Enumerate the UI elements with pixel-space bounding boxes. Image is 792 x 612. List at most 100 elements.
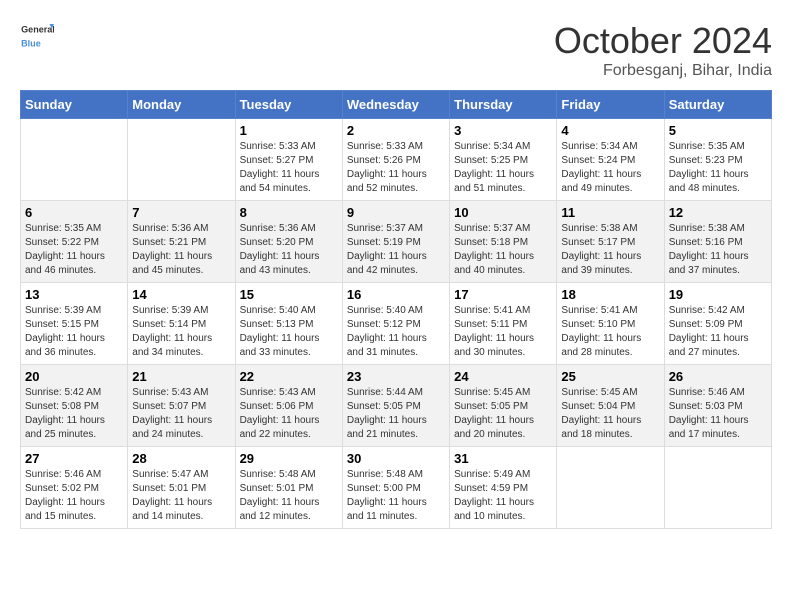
day-info: Sunrise: 5:38 AMSunset: 5:17 PMDaylight:… [561,222,659,278]
day-number: 15 [240,287,338,302]
day-info: Sunrise: 5:42 AMSunset: 5:08 PMDaylight:… [25,386,123,442]
calendar-cell: 1Sunrise: 5:33 AMSunset: 5:27 PMDaylight… [235,119,342,201]
calendar-cell: 23 Sunrise: 5:44 AMSunset: 5:05 PMDayligh… [342,365,449,447]
calendar-cell: 16 Sunrise: 5:40 AMSunset: 5:12 PMDayligh… [342,283,449,365]
day-info: Sunrise: 5:49 AMSunset: 4:59 PMDaylight:… [454,468,552,524]
day-number: 3 [454,123,552,138]
day-info: Sunrise: 5:43 AMSunset: 5:06 PMDaylight:… [240,386,338,442]
day-info: Sunrise: 5:40 AMSunset: 5:12 PMDaylight:… [347,304,445,360]
logo-svg: General Blue [20,20,54,54]
day-info: Sunrise: 5:36 AMSunset: 5:20 PMDaylight:… [240,222,338,278]
day-number: 5 [669,123,767,138]
day-info: Sunrise: 5:33 AMSunset: 5:26 PMDaylight:… [347,140,445,196]
month-title: October 2024 [554,20,772,62]
calendar-cell: 14 Sunrise: 5:39 AMSunset: 5:14 PMDayligh… [128,283,235,365]
header: General Blue October 2024 Forbesganj, Bi… [20,20,772,80]
calendar-cell: 10Sunrise: 5:37 AMSunset: 5:18 PMDayligh… [450,201,557,283]
day-number: 28 [132,451,230,466]
calendar-cell: 9 Sunrise: 5:37 AMSunset: 5:19 PMDaylight… [342,201,449,283]
calendar-cell: 30 Sunrise: 5:48 AMSunset: 5:00 PMDayligh… [342,447,449,529]
calendar-header: Sunday Monday Tuesday Wednesday Thursday… [21,91,772,119]
calendar-cell: 26Sunrise: 5:46 AMSunset: 5:03 PMDayligh… [664,365,771,447]
calendar-cell: 21Sunrise: 5:43 AMSunset: 5:07 PMDayligh… [128,365,235,447]
calendar-week-1: 1Sunrise: 5:33 AMSunset: 5:27 PMDaylight… [21,119,772,201]
day-number: 29 [240,451,338,466]
day-info: Sunrise: 5:45 AMSunset: 5:05 PMDaylight:… [454,386,552,442]
day-info: Sunrise: 5:41 AMSunset: 5:10 PMDaylight:… [561,304,659,360]
calendar-cell: 3Sunrise: 5:34 AMSunset: 5:25 PMDaylight… [450,119,557,201]
day-info: Sunrise: 5:45 AMSunset: 5:04 PMDaylight:… [561,386,659,442]
title-block: October 2024 Forbesganj, Bihar, India [554,20,772,80]
day-number: 6 [25,205,123,220]
calendar-cell [664,447,771,529]
calendar-cell: 6 Sunrise: 5:35 AMSunset: 5:22 PMDaylight… [21,201,128,283]
calendar-cell [128,119,235,201]
logo: General Blue [20,20,54,54]
day-info: Sunrise: 5:39 AMSunset: 5:14 PMDaylight:… [132,304,230,360]
calendar-cell: 17 Sunrise: 5:41 AMSunset: 5:11 PMDayligh… [450,283,557,365]
day-number: 13 [25,287,123,302]
day-number: 24 [454,369,552,384]
calendar-cell: 25 Sunrise: 5:45 AMSunset: 5:04 PMDayligh… [557,365,664,447]
calendar-cell: 20Sunrise: 5:42 AMSunset: 5:08 PMDayligh… [21,365,128,447]
day-info: Sunrise: 5:41 AMSunset: 5:11 PMDaylight:… [454,304,552,360]
day-info: Sunrise: 5:35 AMSunset: 5:22 PMDaylight:… [25,222,123,278]
day-number: 7 [132,205,230,220]
header-saturday: Saturday [664,91,771,119]
day-info: Sunrise: 5:34 AMSunset: 5:24 PMDaylight:… [561,140,659,196]
day-number: 9 [347,205,445,220]
day-number: 16 [347,287,445,302]
header-monday: Monday [128,91,235,119]
day-info: Sunrise: 5:44 AMSunset: 5:05 PMDaylight:… [347,386,445,442]
calendar-cell: 31 Sunrise: 5:49 AMSunset: 4:59 PMDayligh… [450,447,557,529]
day-info: Sunrise: 5:37 AMSunset: 5:19 PMDaylight:… [347,222,445,278]
day-number: 14 [132,287,230,302]
day-info: Sunrise: 5:46 AMSunset: 5:02 PMDaylight:… [25,468,123,524]
day-info: Sunrise: 5:39 AMSunset: 5:15 PMDaylight:… [25,304,123,360]
day-number: 31 [454,451,552,466]
day-number: 19 [669,287,767,302]
calendar-week-5: 27 Sunrise: 5:46 AMSunset: 5:02 PMDayligh… [21,447,772,529]
calendar-week-3: 13 Sunrise: 5:39 AMSunset: 5:15 PMDayligh… [21,283,772,365]
header-sunday: Sunday [21,91,128,119]
location: Forbesganj, Bihar, India [554,62,772,80]
day-number: 8 [240,205,338,220]
day-info: Sunrise: 5:40 AMSunset: 5:13 PMDaylight:… [240,304,338,360]
day-number: 17 [454,287,552,302]
calendar-cell: 5 Sunrise: 5:35 AMSunset: 5:23 PMDaylight… [664,119,771,201]
calendar-table: Sunday Monday Tuesday Wednesday Thursday… [20,90,772,529]
header-tuesday: Tuesday [235,91,342,119]
day-number: 27 [25,451,123,466]
day-number: 30 [347,451,445,466]
day-number: 25 [561,369,659,384]
day-info: Sunrise: 5:36 AMSunset: 5:21 PMDaylight:… [132,222,230,278]
calendar-cell: 11 Sunrise: 5:38 AMSunset: 5:17 PMDayligh… [557,201,664,283]
header-friday: Friday [557,91,664,119]
day-info: Sunrise: 5:47 AMSunset: 5:01 PMDaylight:… [132,468,230,524]
calendar-cell: 7 Sunrise: 5:36 AMSunset: 5:21 PMDaylight… [128,201,235,283]
calendar-cell: 2 Sunrise: 5:33 AMSunset: 5:26 PMDaylight… [342,119,449,201]
calendar-cell: 24 Sunrise: 5:45 AMSunset: 5:05 PMDayligh… [450,365,557,447]
svg-text:Blue: Blue [21,39,41,49]
day-number: 18 [561,287,659,302]
header-thursday: Thursday [450,91,557,119]
day-info: Sunrise: 5:38 AMSunset: 5:16 PMDaylight:… [669,222,767,278]
calendar-week-4: 20Sunrise: 5:42 AMSunset: 5:08 PMDayligh… [21,365,772,447]
calendar-cell: 27 Sunrise: 5:46 AMSunset: 5:02 PMDayligh… [21,447,128,529]
day-number: 12 [669,205,767,220]
day-info: Sunrise: 5:48 AMSunset: 5:01 PMDaylight:… [240,468,338,524]
svg-text:General: General [21,24,54,34]
calendar-cell: 28 Sunrise: 5:47 AMSunset: 5:01 PMDayligh… [128,447,235,529]
day-number: 23 [347,369,445,384]
header-wednesday: Wednesday [342,91,449,119]
day-number: 11 [561,205,659,220]
day-info: Sunrise: 5:48 AMSunset: 5:00 PMDaylight:… [347,468,445,524]
calendar-cell [557,447,664,529]
day-info: Sunrise: 5:37 AMSunset: 5:18 PMDaylight:… [454,222,552,278]
calendar-cell: 8 Sunrise: 5:36 AMSunset: 5:20 PMDaylight… [235,201,342,283]
calendar-cell: 15 Sunrise: 5:40 AMSunset: 5:13 PMDayligh… [235,283,342,365]
day-number: 2 [347,123,445,138]
day-info: Sunrise: 5:46 AMSunset: 5:03 PMDaylight:… [669,386,767,442]
day-info: Sunrise: 5:35 AMSunset: 5:23 PMDaylight:… [669,140,767,196]
calendar-cell: 29 Sunrise: 5:48 AMSunset: 5:01 PMDayligh… [235,447,342,529]
